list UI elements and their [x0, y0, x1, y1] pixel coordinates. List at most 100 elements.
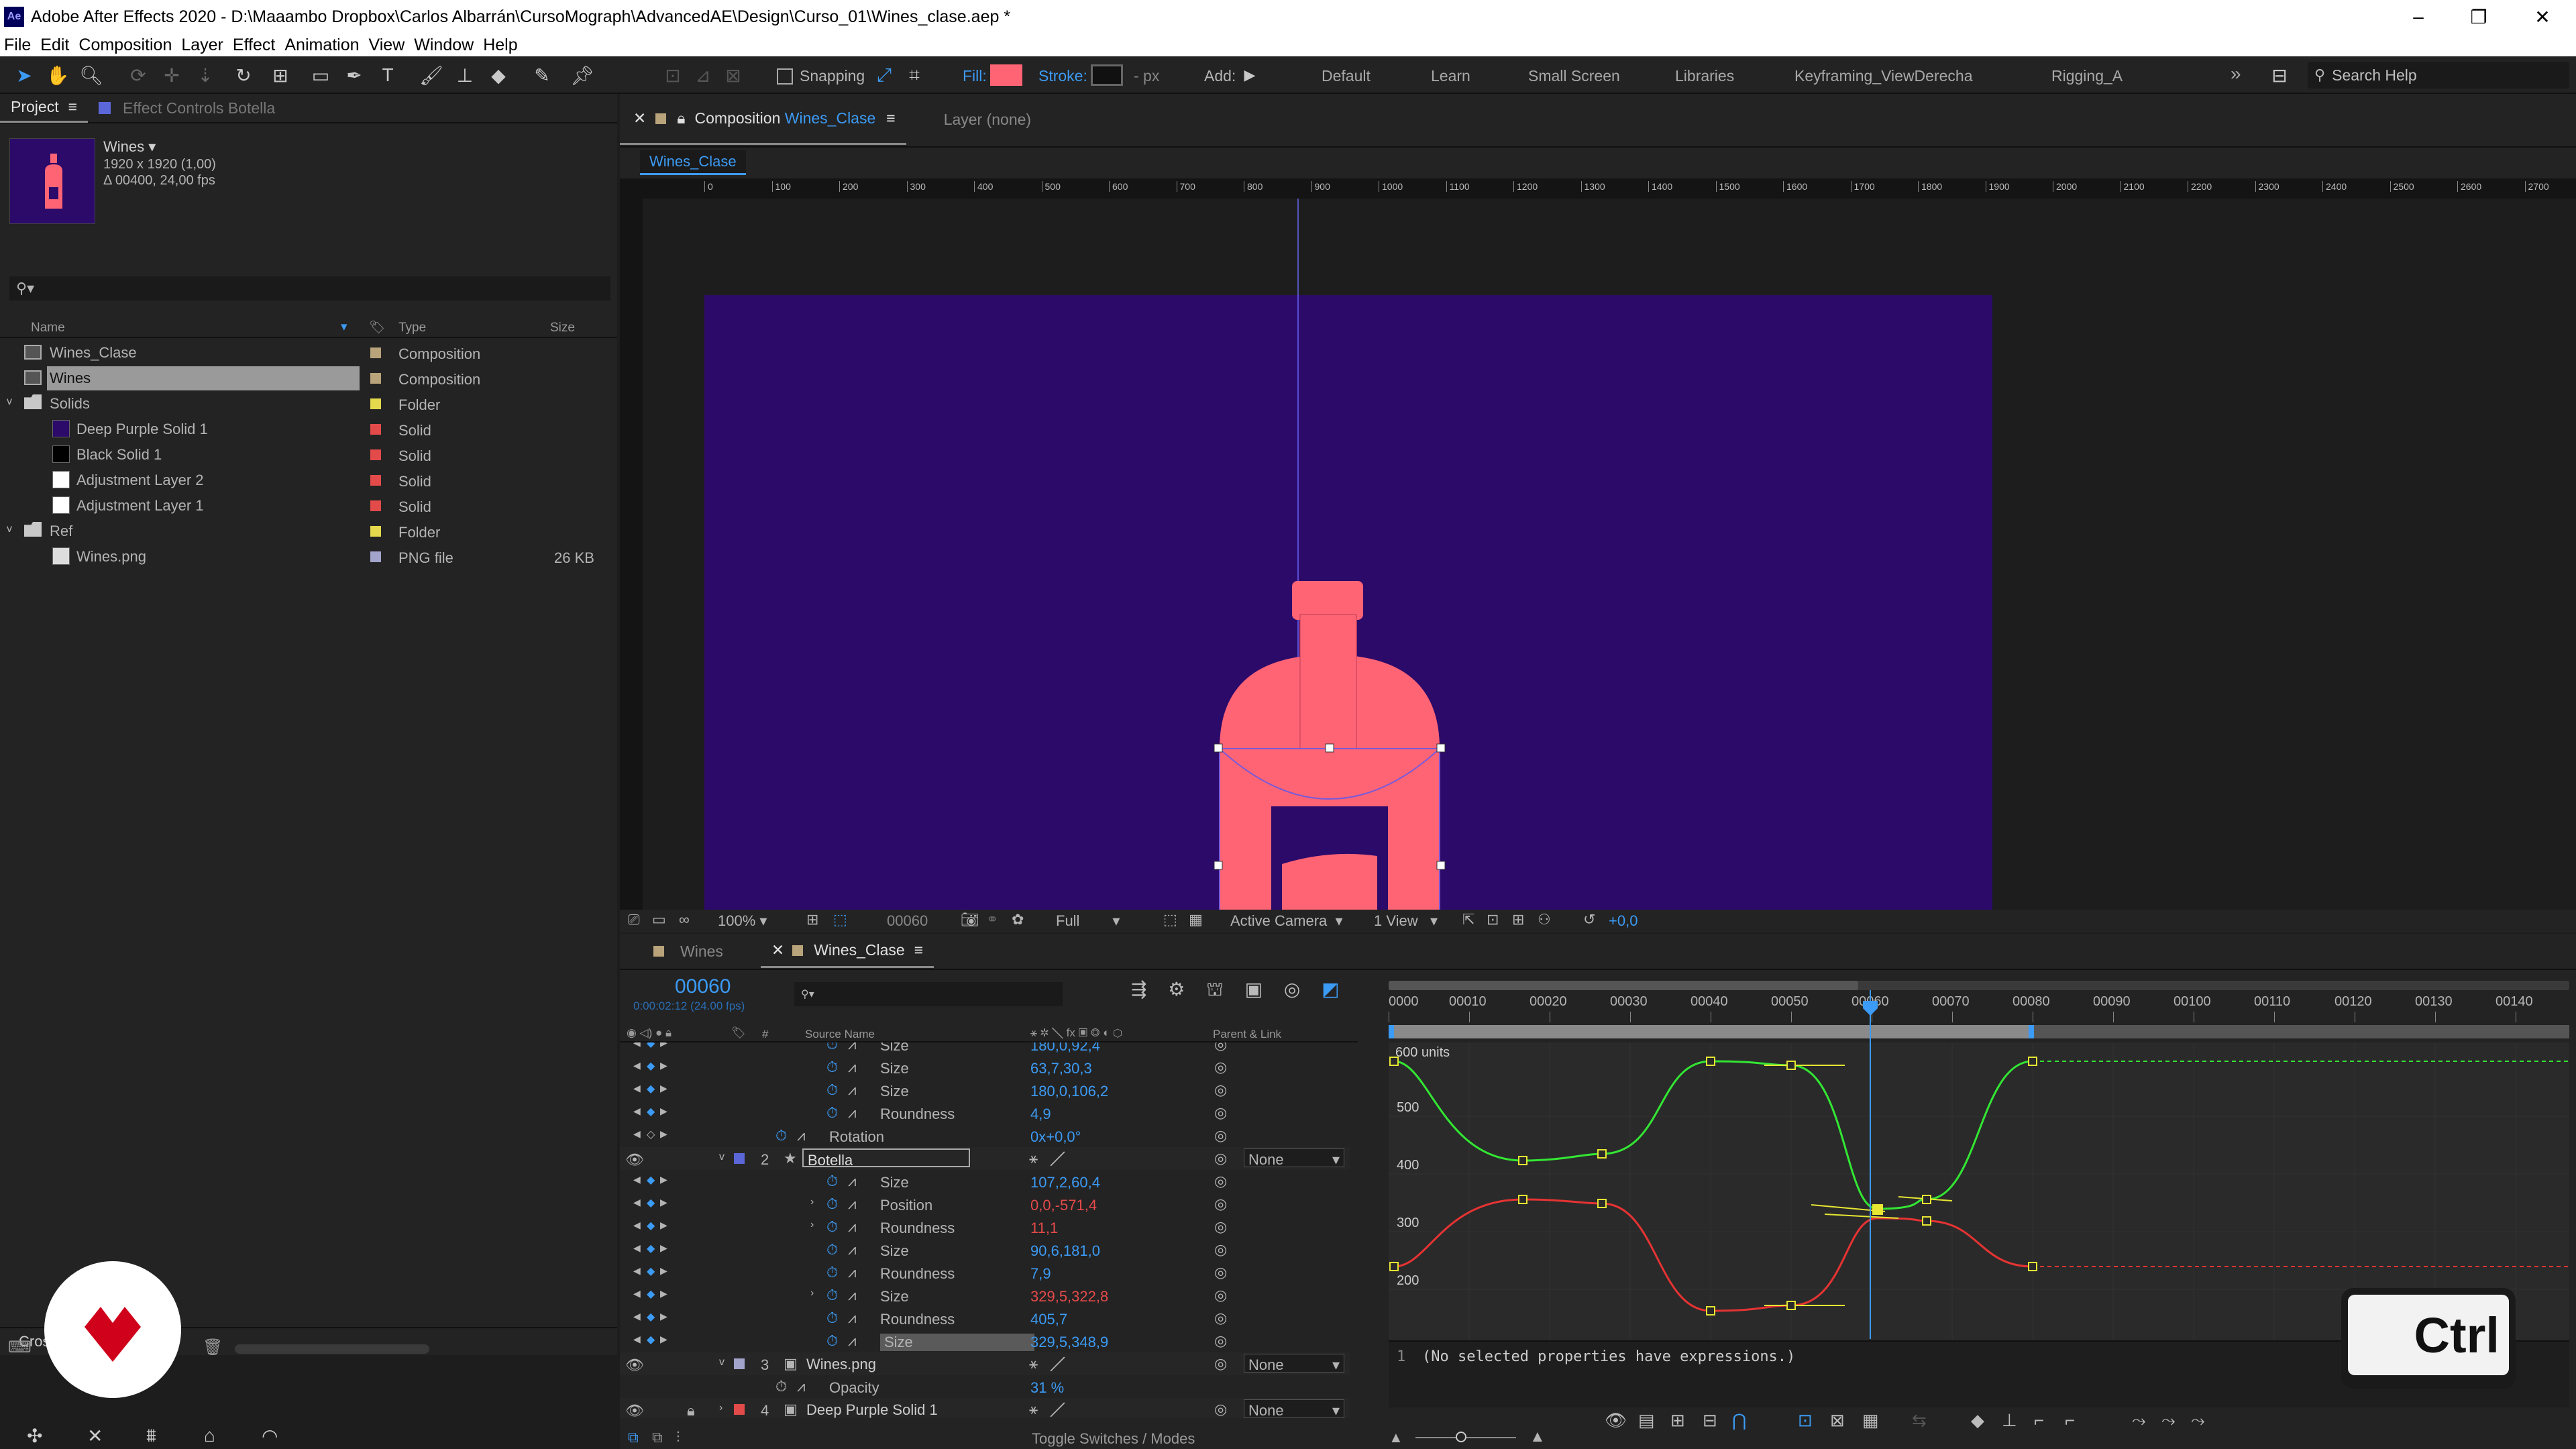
prev-keyframe-icon[interactable]: ◀: [633, 1311, 641, 1322]
vr-icon[interactable]: ∞: [679, 911, 690, 928]
project-item[interactable]: Wines_Clase Composition: [0, 341, 597, 365]
next-keyframe-icon[interactable]: ▶: [660, 1220, 667, 1231]
keyframe-diamond-icon[interactable]: ◇: [647, 1128, 655, 1141]
lock-icon[interactable]: ⌂: [204, 1425, 215, 1446]
property-name[interactable]: Size: [880, 1042, 909, 1055]
exposure-value[interactable]: +0,0: [1609, 912, 1638, 930]
layer-switches-toggle-icon[interactable]: ⧉: [628, 1429, 639, 1446]
menu-animation[interactable]: Animation: [284, 36, 359, 55]
comp-viewer[interactable]: [643, 199, 2576, 910]
x-icon[interactable]: ✕: [87, 1425, 103, 1447]
project-item[interactable]: Adjustment Layer 1 Solid: [0, 494, 597, 518]
property-row[interactable]: ◀ ◆ ▶ ⏱︎ ⩘ Size 63,7,30,3 ◎: [620, 1056, 1350, 1079]
zoom-tool-icon[interactable]: 🔍︎: [79, 63, 103, 87]
label-color[interactable]: [370, 551, 381, 562]
prev-keyframe-icon[interactable]: ◀: [633, 1042, 641, 1049]
more-workspaces-icon[interactable]: »: [2231, 63, 2241, 85]
stopwatch-icon[interactable]: ⏱︎: [826, 1104, 838, 1122]
keyframe-diamond-icon[interactable]: ◆: [647, 1265, 655, 1278]
col-source-name[interactable]: Source Name: [805, 1028, 875, 1041]
pickwhip-icon[interactable]: ◎: [1214, 1218, 1227, 1236]
col-parent-link[interactable]: Parent & Link: [1213, 1028, 1281, 1041]
col-type[interactable]: Type: [398, 321, 426, 335]
parent-dropdown[interactable]: None ▾: [1244, 1399, 1344, 1418]
pen-tool-icon[interactable]: ✒: [342, 63, 366, 87]
layer-row[interactable]: 👁︎ 🔒︎ › 4 ▣ Deep Purple Solid 1 ⚹ ╱ ◎ None ▾: [620, 1398, 1350, 1418]
clone-stamp-tool-icon[interactable]: ⊥: [453, 63, 477, 87]
sort-arrow-icon[interactable]: ▾: [341, 319, 347, 335]
rectangle-tool-icon[interactable]: ▭: [309, 63, 333, 87]
pickwhip-icon[interactable]: ◎: [1214, 1104, 1227, 1122]
menu-edit[interactable]: Edit: [40, 36, 69, 55]
graph-toggle-icon[interactable]: ⩘: [848, 1264, 856, 1281]
draft-3d-icon[interactable]: ⚙: [1168, 979, 1185, 1000]
label-color[interactable]: [370, 449, 381, 460]
property-value[interactable]: 7,9: [1030, 1265, 1051, 1283]
eye-icon[interactable]: 👁︎: [625, 1151, 644, 1169]
pickwhip-icon[interactable]: ◎: [1214, 1059, 1227, 1076]
property-row[interactable]: ◀ ◆ ▶ ⏱︎ ⩘ Size 329,5,348,9 ◎: [620, 1330, 1350, 1352]
property-value[interactable]: 180,0,92,4: [1030, 1042, 1100, 1055]
interpret-footage-icon[interactable]: ⌨: [8, 1338, 32, 1357]
local-axis-icon[interactable]: ⊡: [661, 63, 685, 87]
restore-button[interactable]: ❐: [2449, 0, 2509, 34]
eye-icon[interactable]: 👁︎: [625, 1402, 644, 1418]
snapping-checkbox[interactable]: [777, 68, 793, 85]
col-size[interactable]: Size: [550, 321, 575, 335]
property-value[interactable]: 329,5,322,8: [1030, 1288, 1108, 1305]
graph-toggle-icon[interactable]: ⩘: [848, 1332, 856, 1350]
resolution-dropdown[interactable]: Full ▾: [1056, 912, 1120, 930]
next-keyframe-icon[interactable]: ▶: [660, 1311, 667, 1322]
work-area-range[interactable]: [1389, 1025, 2569, 1038]
close-button[interactable]: ✕: [2512, 0, 2573, 34]
stopwatch-icon[interactable]: ⏱︎: [826, 1332, 838, 1350]
property-value[interactable]: 4,9: [1030, 1106, 1051, 1123]
property-value[interactable]: 11,1: [1030, 1220, 1058, 1237]
monitor-icon[interactable]: ▭: [652, 911, 666, 928]
zoom-dropdown[interactable]: 100% ▾: [718, 912, 767, 930]
project-item[interactable]: Black Solid 1 Solid: [0, 443, 597, 467]
add-menu-icon[interactable]: ▶: [1238, 63, 1262, 87]
parent-dropdown[interactable]: None ▾: [1244, 1354, 1344, 1373]
work-area-end-handle[interactable]: [2029, 1025, 2034, 1038]
prev-keyframe-icon[interactable]: ◀: [633, 1242, 641, 1254]
property-name[interactable]: Roundness: [880, 1311, 955, 1328]
layer-row[interactable]: 👁︎ v 2 ★ Botella ⚹ ╱ ◎ None ▾: [620, 1147, 1350, 1170]
property-name[interactable]: Size: [880, 1242, 909, 1260]
layer-switches[interactable]: ⚹ ╱: [1029, 1401, 1065, 1418]
tab-composition[interactable]: ✕ 🔒︎ Composition Wines_Clase ≡: [620, 94, 906, 145]
property-row[interactable]: ◀ ◆ ▶ ⏱︎ ⩘ Roundness 405,7 ◎: [620, 1307, 1350, 1330]
expand-chevron-icon[interactable]: ›: [810, 1287, 814, 1299]
property-row[interactable]: ◀ ◆ ▶ › ⏱︎ ⩘ Roundness 11,1 ◎: [620, 1216, 1350, 1238]
graph-editor-icon[interactable]: ◩: [1322, 979, 1339, 1000]
orbit-camera-icon[interactable]: ⟳: [126, 63, 150, 87]
keyframe-diamond-icon[interactable]: ◆: [647, 1105, 655, 1118]
dolly-camera-icon[interactable]: ⇣: [193, 63, 217, 87]
comp-mini-flowchart-icon[interactable]: ⇶: [1131, 979, 1146, 1000]
property-name[interactable]: Position: [880, 1197, 932, 1214]
menu-effect[interactable]: Effect: [233, 36, 275, 55]
reset-exposure-icon[interactable]: ↺: [1583, 911, 1595, 928]
layer-name[interactable]: Wines.png: [802, 1354, 950, 1373]
graph-toggle-icon[interactable]: ⩘: [848, 1309, 856, 1327]
next-keyframe-icon[interactable]: ▶: [660, 1265, 667, 1277]
menu-window[interactable]: Window: [414, 36, 474, 55]
fast-preview-icon[interactable]: ⊡: [1487, 911, 1499, 928]
comp-breadcrumb[interactable]: Wines_Clase: [640, 150, 746, 175]
always-preview-icon[interactable]: ⎚: [628, 911, 640, 928]
prev-keyframe-icon[interactable]: ◀: [633, 1083, 641, 1094]
next-keyframe-icon[interactable]: ▶: [660, 1060, 667, 1071]
region-of-interest-icon[interactable]: ⬚: [1163, 911, 1177, 928]
view-layout-dropdown[interactable]: 1 View ▾: [1374, 912, 1438, 930]
label-color[interactable]: [370, 347, 381, 358]
tab-project[interactable]: Project ≡: [0, 93, 89, 123]
project-item[interactable]: Wines.png PNG file 26 KB: [0, 545, 597, 569]
keyframe-diamond-icon[interactable]: ◆: [647, 1310, 655, 1324]
pickwhip-icon[interactable]: ◎: [1214, 1173, 1227, 1190]
workspace-rigging[interactable]: Rigging_A: [2051, 67, 2123, 85]
next-keyframe-icon[interactable]: ▶: [660, 1288, 667, 1299]
stopwatch-icon[interactable]: ⏱︎: [775, 1378, 787, 1395]
project-scrollbar[interactable]: [235, 1344, 429, 1354]
graph-toggle-icon[interactable]: ⩘: [797, 1378, 805, 1395]
project-item[interactable]: Wines Composition: [0, 366, 597, 390]
